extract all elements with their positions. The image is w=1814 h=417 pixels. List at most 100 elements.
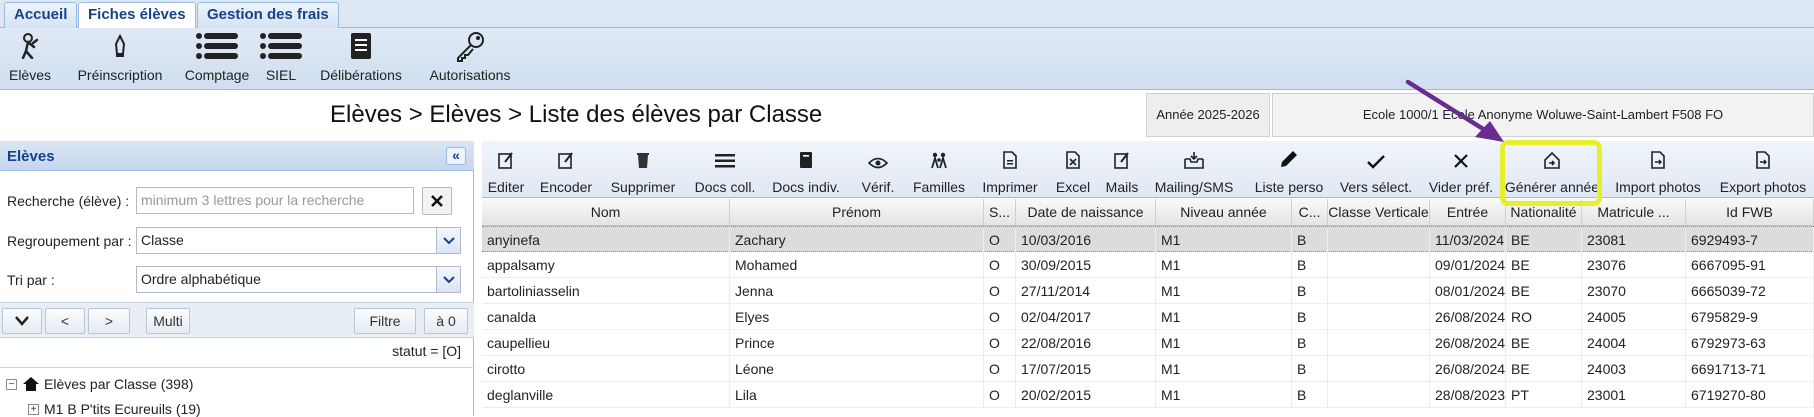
trash-icon [608,141,678,169]
date-naissance-cell: 27/11/2014 [1016,278,1156,304]
tree-item-label: M1 B P'tits Ecureuils (19) [44,401,201,417]
inbox-icon [1152,141,1236,169]
docs-coll-button[interactable]: Docs coll. [692,141,758,198]
table-row[interactable]: canalda Elyes O 02/04/2017 M1 B 26/08/2024 RO 24… [482,304,1814,330]
mails-button[interactable]: Mails [1100,141,1144,198]
generate-year-button[interactable]: Générer année [1504,141,1600,198]
deliberations-label: Délibérations [320,67,402,83]
col-id-fwb-header[interactable]: Id FWB [1686,199,1814,226]
prenom-cell: Léone [730,356,984,382]
print-button[interactable]: Imprimer [976,141,1044,198]
list-icon [184,30,250,62]
excel-button[interactable]: Excel [1050,141,1096,198]
group-select[interactable]: Classe [136,227,461,254]
col-prenom-header[interactable]: Prénom [730,199,984,226]
col-statut-header[interactable]: S... [984,199,1016,226]
key-icon [428,30,512,62]
families-button[interactable]: Familles [906,141,972,198]
expand-icon[interactable]: + [28,403,39,415]
collapse-icon[interactable]: « [446,147,466,165]
pencil-icon [1246,141,1332,169]
classe-verticale-cell [1328,227,1430,253]
siel-button[interactable]: SIEL [258,30,304,88]
close-icon [431,195,443,207]
to-selection-button[interactable]: Vers sélect. [1334,141,1418,198]
custom-list-button[interactable]: Liste perso [1246,141,1332,198]
col-entree-header[interactable]: Entrée [1430,199,1506,226]
preinscription-button[interactable]: Préinscription [76,30,164,88]
table-row[interactable]: deglanville Lila O 20/02/2015 M1 B 28/08/2023 P… [482,382,1814,408]
search-input[interactable]: minimum 3 lettres pour la recherche [136,187,414,214]
clear-prefs-label: Vider préf. [1428,179,1494,195]
import-photos-button[interactable]: Import photos [1612,141,1704,198]
deliberations-button[interactable]: Délibérations [316,30,406,88]
col-niveau-header[interactable]: Niveau année [1156,199,1292,226]
excel-label: Excel [1055,179,1091,195]
previous-button[interactable]: < [45,308,85,334]
preinscription-label: Préinscription [77,67,163,83]
date-naissance-cell: 22/08/2016 [1016,330,1156,356]
reset-button[interactable]: à 0 [424,308,468,334]
niveau-cell: M1 [1156,304,1292,330]
siel-label: SIEL [265,67,297,83]
entree-cell: 26/08/2024 [1430,330,1506,356]
classe-verticale-cell [1328,278,1430,304]
col-classe-header[interactable]: C... [1292,199,1328,226]
export-photos-button[interactable]: Export photos [1718,141,1808,198]
sort-select[interactable]: Ordre alphabétique [136,266,461,293]
chevron-down-icon[interactable] [436,228,460,253]
entree-cell: 08/01/2024 [1430,278,1506,304]
niveau-cell: M1 [1156,252,1292,278]
chevron-down-icon[interactable] [436,267,460,292]
tree-root[interactable]: − Elèves par Classe (398) [6,376,193,392]
next-button[interactable]: > [88,308,130,334]
date-naissance-cell: 10/03/2016 [1016,227,1156,253]
entree-cell: 26/08/2024 [1430,304,1506,330]
table-row[interactable]: appalsamy Mohamed O 30/09/2015 M1 B 09/01/2024… [482,252,1814,278]
table-row[interactable]: cirotto Léone O 17/07/2015 M1 B 26/08/2024 BE 24… [482,356,1814,382]
tab-accueil[interactable]: Accueil [4,2,78,28]
tab-gestion-des-frais[interactable]: Gestion des frais [197,2,339,28]
autorisations-button[interactable]: Autorisations [428,30,512,88]
eleves-button[interactable]: Elèves [4,30,56,88]
verif-button[interactable]: Vérif. [854,141,902,198]
col-date-naissance-header[interactable]: Date de naissance [1016,199,1156,226]
classe-cell: B [1292,356,1328,382]
col-classe-verticale-header[interactable]: Classe Verticale [1328,199,1430,226]
col-nationalite-header[interactable]: Nationalité [1506,199,1582,226]
grid-header: Nom Prénom S... Date de naissance Niveau ann… [482,199,1814,226]
niveau-cell: M1 [1156,278,1292,304]
collapse-icon[interactable]: − [6,378,17,390]
encoder-button[interactable]: Encoder [538,141,594,198]
niveau-cell: M1 [1156,382,1292,408]
prenom-cell: Zachary [730,227,984,253]
expand-button[interactable] [2,308,42,334]
document-icon [1612,141,1704,169]
print-label: Imprimer [982,179,1038,195]
person-icon [4,30,56,62]
multi-button[interactable]: Multi [146,308,190,334]
classe-verticale-cell [1328,304,1430,330]
sort-select-value: Ordre alphabétique [141,271,261,287]
date-naissance-cell: 02/04/2017 [1016,304,1156,330]
table-row[interactable]: bartoliniasselin Jenna O 27/11/2014 M1 B 08/01… [482,278,1814,304]
filter-button[interactable]: Filtre [354,308,416,334]
table-row[interactable]: anyinefa Zachary O 10/03/2016 M1 B 11/03/2024 B… [482,226,1814,253]
col-nom-header[interactable]: Nom [482,199,730,226]
classe-verticale-cell [1328,356,1430,382]
search-label: Recherche (élève) : [7,193,130,209]
table-row[interactable]: caupellieu Prince O 22/08/2016 M1 B 26/08/2024… [482,330,1814,356]
tab-fiches-eleves[interactable]: Fiches élèves [78,2,196,29]
classe-cell: B [1292,330,1328,356]
comptage-button[interactable]: Comptage [184,30,250,88]
edit-button[interactable]: Editer [482,141,530,198]
tree-item[interactable]: + M1 B P'tits Ecureuils (19) [28,401,201,417]
mailing-sms-button[interactable]: Mailing/SMS [1152,141,1236,198]
col-matricule-header[interactable]: Matricule ... [1582,199,1686,226]
prenom-cell: Mohamed [730,252,984,278]
delete-button[interactable]: Supprimer [608,141,678,198]
clear-prefs-button[interactable]: Vider préf. [1422,141,1500,198]
docs-indiv-button[interactable]: Docs indiv. [770,141,842,198]
custom-list-label: Liste perso [1254,179,1324,195]
clear-search-button[interactable] [422,187,452,215]
